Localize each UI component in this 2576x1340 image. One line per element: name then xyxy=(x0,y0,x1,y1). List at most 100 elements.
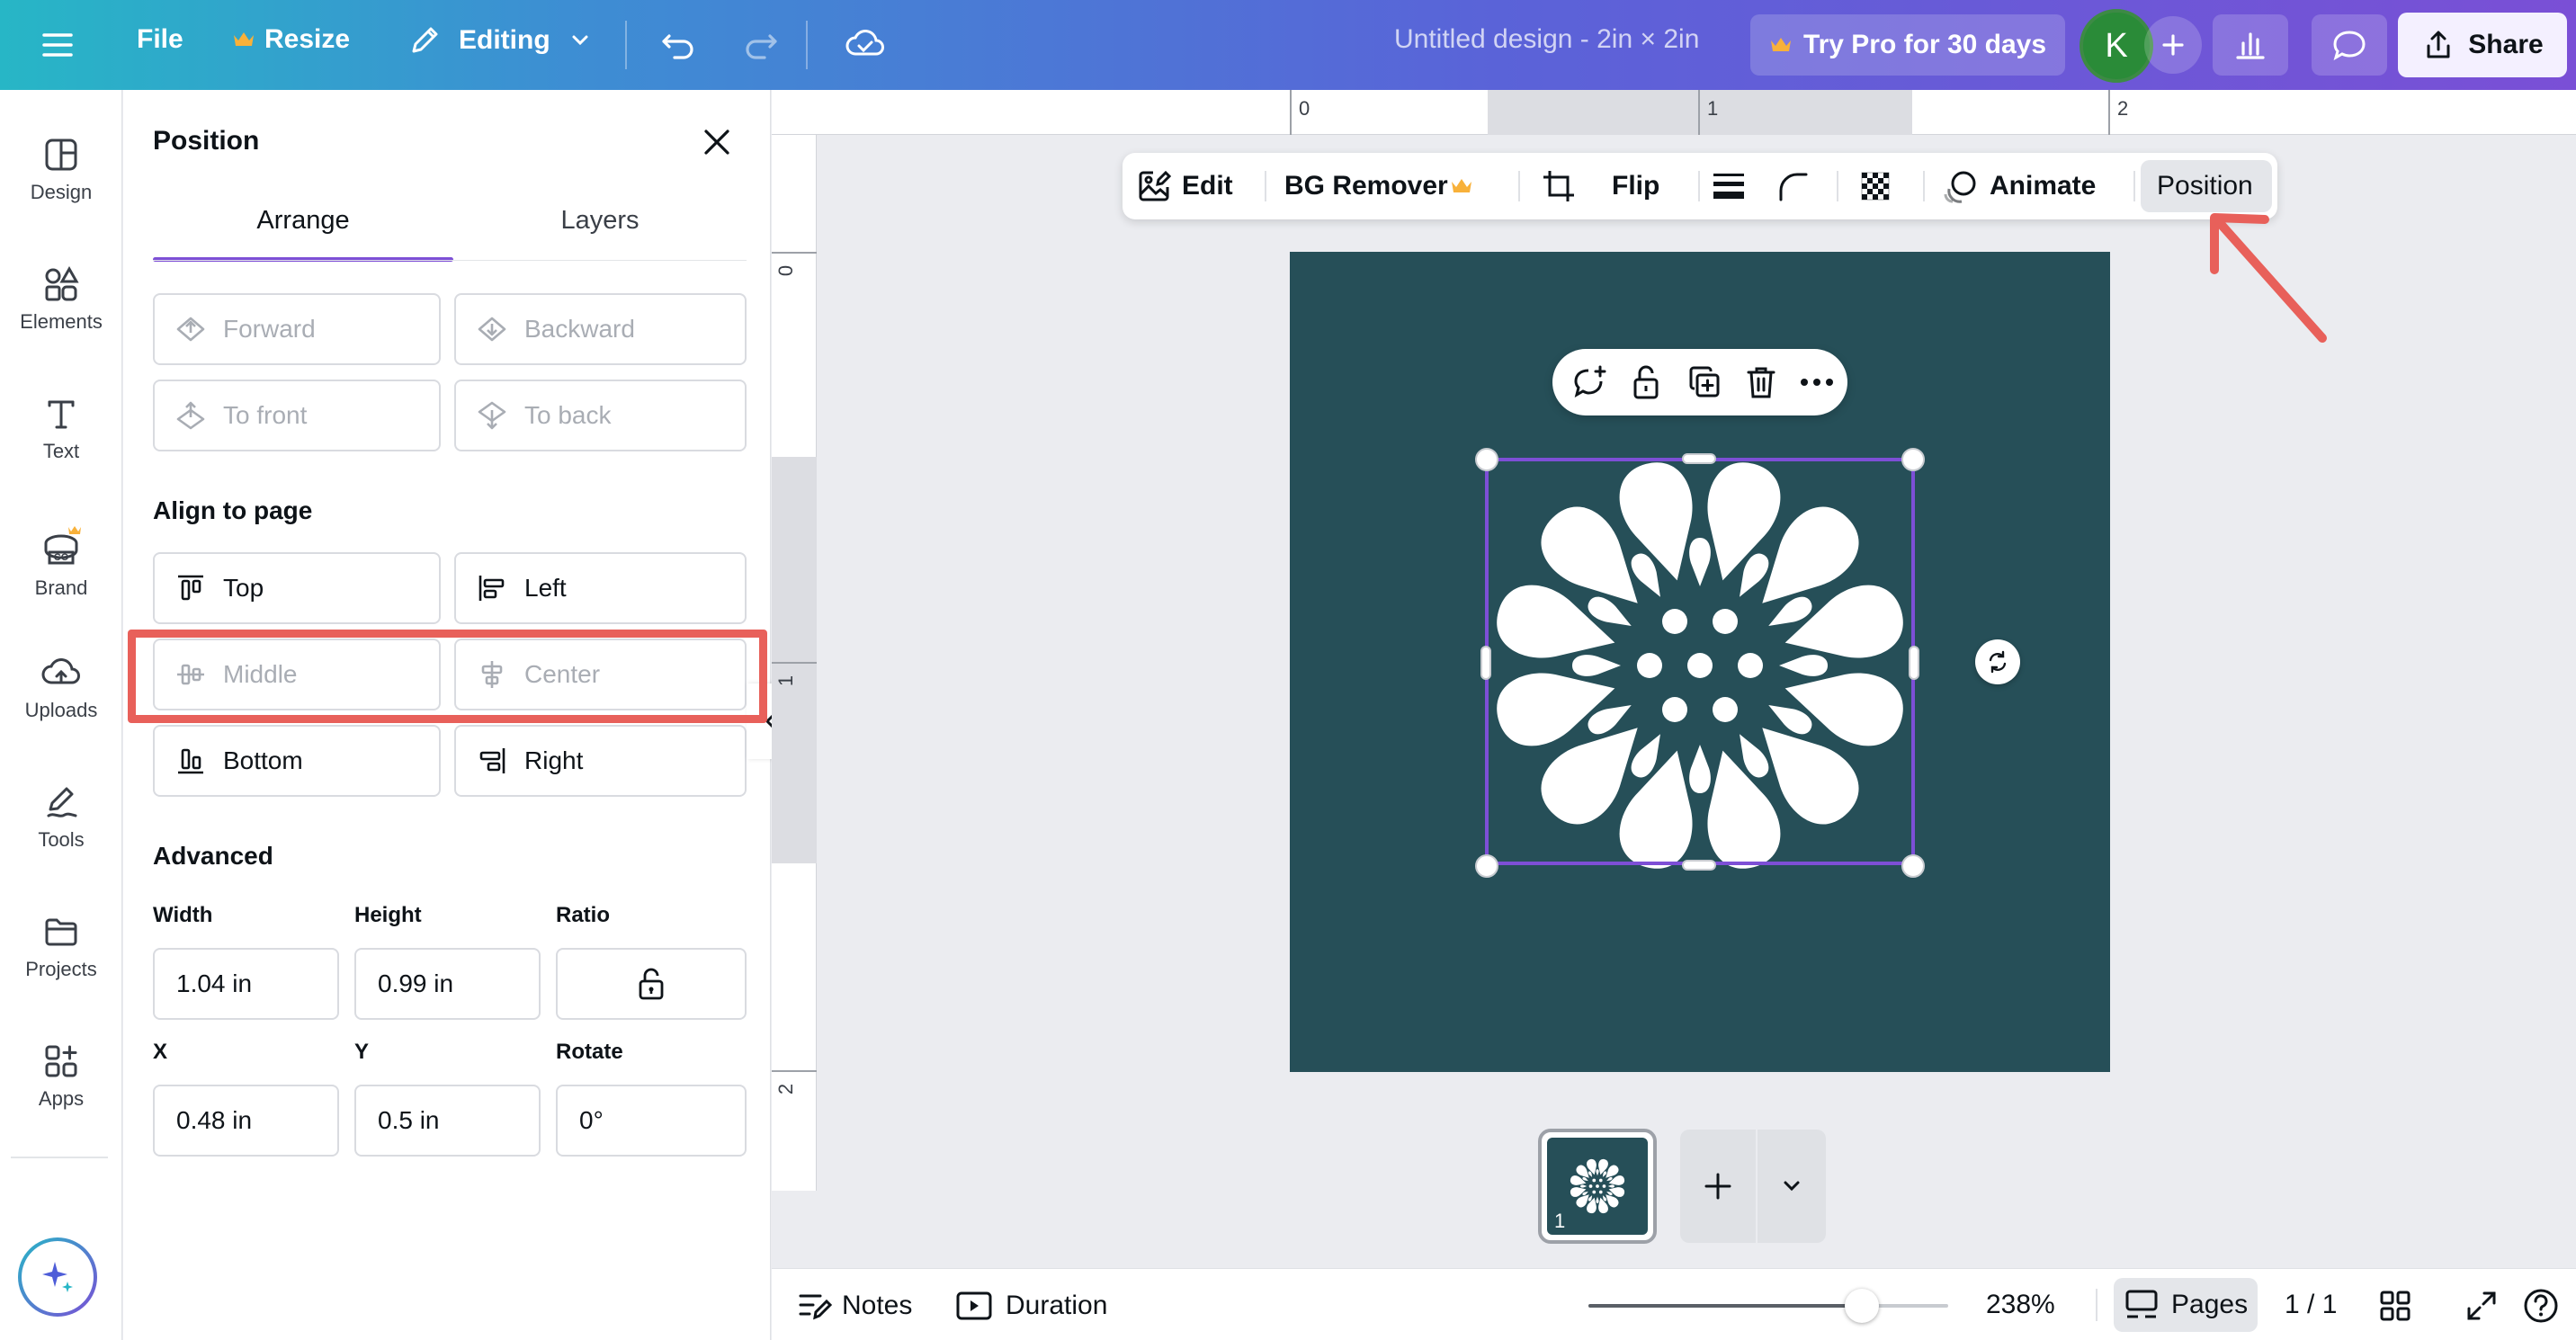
tab-arrange-label: Arrange xyxy=(256,206,350,235)
design-icon xyxy=(45,138,77,171)
divider xyxy=(2133,171,2135,201)
file-menu[interactable]: File xyxy=(137,26,183,53)
resize-handle[interactable] xyxy=(1475,854,1498,878)
resize-handle[interactable] xyxy=(1475,448,1498,471)
resize-button[interactable]: Resize xyxy=(232,22,350,58)
align-right-button[interactable]: Right xyxy=(454,725,747,797)
element-context-toolbar: Edit BG Remover Flip Animate Position xyxy=(1123,153,2277,219)
grid-view-icon[interactable] xyxy=(2378,1289,2412,1323)
magic-assistant-button[interactable] xyxy=(18,1237,97,1317)
resize-handle[interactable] xyxy=(1909,646,1919,680)
pages-button[interactable]: Pages xyxy=(2114,1278,2258,1332)
align-top-button[interactable]: Top xyxy=(153,552,441,624)
share-icon xyxy=(2427,31,2450,58)
tab-arrange[interactable]: Arrange xyxy=(153,207,453,264)
top-bar: File Resize Editing Untitled design - 2i… xyxy=(0,0,2576,90)
rail-projects[interactable]: Projects xyxy=(0,912,122,980)
selection-box xyxy=(1485,458,1915,865)
resize-handle[interactable] xyxy=(1901,448,1925,471)
comments-button[interactable] xyxy=(2312,14,2387,76)
close-icon[interactable] xyxy=(699,124,735,160)
resize-handle[interactable] xyxy=(1901,854,1925,878)
zoom-slider-fill xyxy=(1588,1304,1862,1308)
zoom-slider[interactable] xyxy=(1588,1289,1948,1323)
try-pro-button[interactable]: Try Pro for 30 days xyxy=(1750,14,2065,76)
ratio-label: Ratio xyxy=(556,903,610,927)
cloud-saved-icon[interactable] xyxy=(844,23,887,63)
animate-button[interactable]: Animate xyxy=(1941,164,2121,209)
delete-icon[interactable] xyxy=(1743,363,1779,401)
height-field[interactable]: 0.99 in xyxy=(354,948,541,1020)
editing-dropdown[interactable]: Editing xyxy=(407,18,594,63)
edit-image-button[interactable]: Edit xyxy=(1135,164,1254,209)
add-collaborator-button[interactable] xyxy=(2144,16,2202,74)
forward-icon xyxy=(176,317,205,342)
insights-button[interactable] xyxy=(2213,14,2288,76)
resize-handle[interactable] xyxy=(1480,646,1491,680)
x-field[interactable]: 0.48 in xyxy=(153,1085,339,1157)
vertical-ruler: 0 1 2 xyxy=(772,135,817,1191)
more-options-icon[interactable] xyxy=(1799,376,1835,389)
menu-icon[interactable] xyxy=(40,27,76,63)
rail-apps[interactable]: Apps xyxy=(0,1041,122,1110)
zoom-level[interactable]: 238% xyxy=(1986,1291,2055,1318)
redo-icon[interactable] xyxy=(741,23,781,63)
bg-remover-label: BG Remover xyxy=(1284,171,1448,201)
ruler-v-label: 2 xyxy=(774,1083,798,1095)
transparency-icon[interactable] xyxy=(1858,169,1896,205)
document-title[interactable]: Untitled design - 2in × 2in xyxy=(1394,26,1699,53)
border-style-icon[interactable] xyxy=(1711,169,1747,203)
add-comment-icon[interactable] xyxy=(1570,363,1608,401)
duplicate-icon[interactable] xyxy=(1686,363,1723,401)
rail-design[interactable]: Design xyxy=(0,135,122,203)
duration-button[interactable]: Duration xyxy=(955,1283,1135,1328)
align-left-button[interactable]: Left xyxy=(454,552,747,624)
rail-label: Design xyxy=(30,181,93,203)
add-page-button[interactable] xyxy=(1680,1130,1756,1243)
pencil-icon xyxy=(412,27,438,53)
ruler-h-label: 1 xyxy=(1707,97,1719,120)
unlock-icon[interactable] xyxy=(1628,363,1664,401)
rail-elements[interactable]: Elements xyxy=(0,264,122,333)
share-button[interactable]: Share xyxy=(2398,13,2567,77)
resize-handle[interactable] xyxy=(1682,453,1716,464)
notes-button[interactable]: Notes xyxy=(797,1283,932,1328)
page-thumbnail[interactable]: 1 xyxy=(1538,1129,1657,1244)
chevron-down-icon xyxy=(572,35,588,46)
ratio-lock-button[interactable] xyxy=(556,948,747,1020)
help-icon[interactable] xyxy=(2522,1287,2560,1325)
bg-remover-button[interactable]: BG Remover xyxy=(1275,164,1491,209)
forward-button[interactable]: Forward xyxy=(153,293,441,365)
corner-rounding-icon[interactable] xyxy=(1775,169,1811,203)
page-options-button[interactable] xyxy=(1758,1130,1826,1243)
rail-label: Elements xyxy=(20,310,103,333)
rail-tools[interactable]: Tools xyxy=(0,782,122,851)
resize-handle[interactable] xyxy=(1682,860,1716,871)
tab-layers[interactable]: Layers xyxy=(453,207,747,264)
position-label: Position xyxy=(2157,171,2253,201)
rail-brand[interactable]: CO Brand xyxy=(0,523,122,599)
panel-title: Position xyxy=(153,126,260,156)
rotate-label: Rotate xyxy=(556,1040,623,1064)
crop-icon[interactable] xyxy=(1540,167,1578,205)
image-edit-icon xyxy=(1139,170,1172,201)
undo-icon[interactable] xyxy=(658,23,698,63)
rail-text[interactable]: Text xyxy=(0,394,122,462)
plus-icon xyxy=(2162,34,2184,56)
to-front-button[interactable]: To front xyxy=(153,380,441,451)
rail-uploads[interactable]: Uploads xyxy=(0,653,122,721)
rotate-field[interactable]: 0° xyxy=(556,1085,747,1157)
backward-button[interactable]: Backward xyxy=(454,293,747,365)
align-bottom-button[interactable]: Bottom xyxy=(153,725,441,797)
to-back-button[interactable]: To back xyxy=(454,380,747,451)
horizontal-ruler: 0 1 2 xyxy=(772,90,2576,135)
rotate-handle[interactable] xyxy=(1975,639,2020,684)
zoom-slider-knob[interactable] xyxy=(1845,1289,1879,1323)
flip-button[interactable]: Flip xyxy=(1612,173,1659,200)
avatar[interactable]: K xyxy=(2080,9,2153,83)
y-field[interactable]: 0.5 in xyxy=(354,1085,541,1157)
crown-icon xyxy=(1770,38,1791,51)
fullscreen-icon[interactable] xyxy=(2464,1289,2499,1323)
side-rail: Design Elements Text CO Brand Uploads To… xyxy=(0,90,122,1340)
width-field[interactable]: 1.04 in xyxy=(153,948,339,1020)
